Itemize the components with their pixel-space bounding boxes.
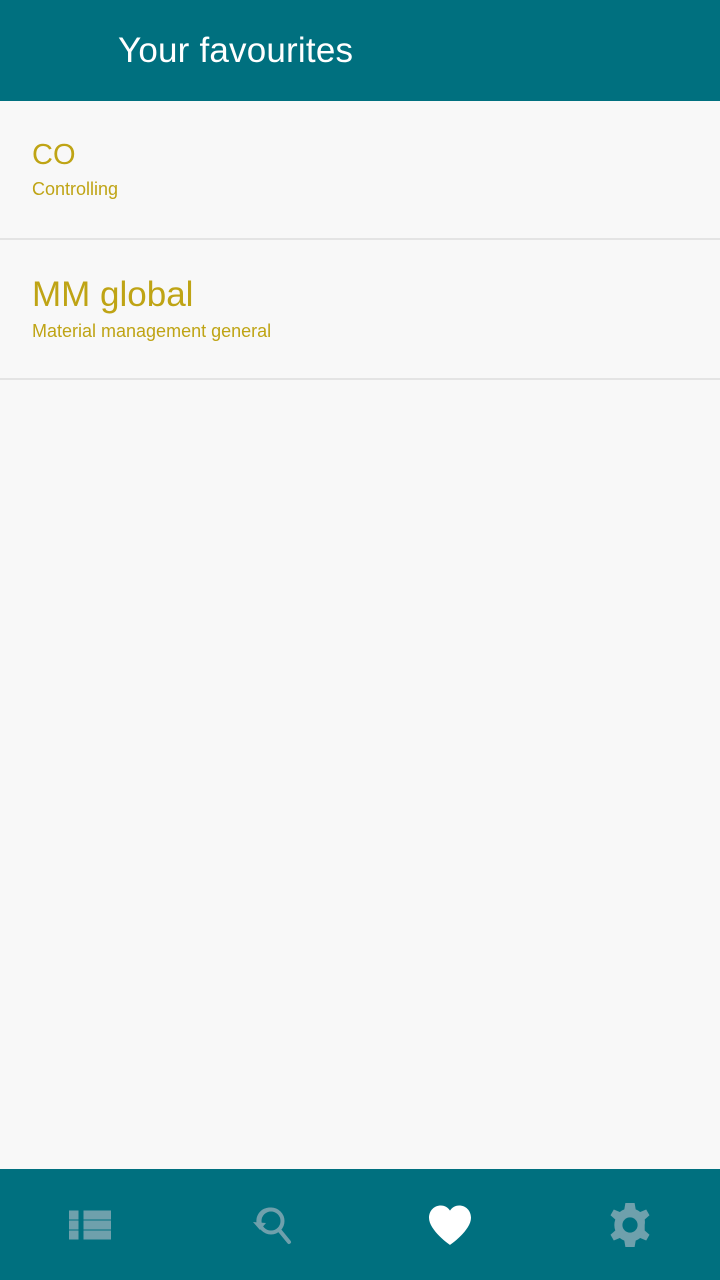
list-item[interactable]: MM global Material management general (0, 240, 720, 380)
bottom-navigation-bar (0, 1169, 720, 1280)
nav-tab-search-history[interactable] (180, 1169, 360, 1280)
list-item-subtitle: Material management general (32, 321, 272, 342)
list-item-title: CO (32, 138, 76, 171)
page-title: Your favourites (118, 31, 354, 70)
list-item-subtitle: Controlling (32, 178, 119, 199)
gear-icon (610, 1202, 650, 1247)
list-icon (69, 1210, 111, 1239)
nav-tab-favourites[interactable] (360, 1169, 540, 1280)
nav-tab-settings[interactable] (540, 1169, 720, 1280)
heart-icon (429, 1205, 471, 1245)
app-bar: Your favourites (0, 0, 720, 101)
list-item-title: MM global (32, 275, 194, 315)
nav-tab-list[interactable] (0, 1169, 180, 1280)
search-history-icon (253, 1206, 291, 1244)
favourites-list: CO Controlling MM global Material manage… (0, 101, 720, 1169)
list-item[interactable]: CO Controlling (0, 101, 720, 240)
